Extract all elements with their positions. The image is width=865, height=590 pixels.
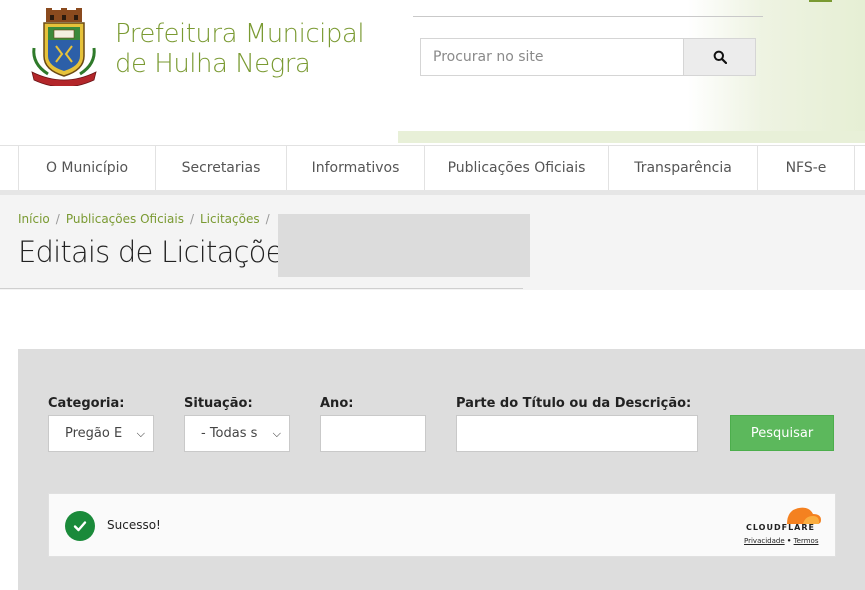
- categoria-select[interactable]: Pregão E ⌵: [48, 415, 154, 452]
- breadcrumb-separator: /: [55, 212, 60, 226]
- chevron-down-icon: ⌵: [136, 426, 145, 440]
- breadcrumb-separator: /: [189, 212, 194, 226]
- search-input[interactable]: [421, 39, 683, 75]
- page-header: Início / Publicações Oficiais / Licitaçõ…: [0, 195, 865, 290]
- breadcrumb: Início / Publicações Oficiais / Licitaçõ…: [18, 212, 270, 226]
- nav-item-nfse[interactable]: NFS-e: [757, 146, 855, 190]
- terms-link[interactable]: Termos: [794, 537, 819, 545]
- search-icon: [713, 50, 727, 64]
- cloudflare-links: Privacidade • Termos: [744, 537, 819, 545]
- nav-item-municipio[interactable]: O Município: [18, 146, 155, 190]
- menu-toggle-mark[interactable]: [809, 0, 832, 2]
- cloudflare-turnstile-widget: Sucesso! CLOUDFLARE Privacidade • Termos: [48, 493, 836, 557]
- brand-line-1: Prefeitura Municipal: [115, 19, 365, 49]
- categoria-label: Categoria:: [48, 396, 125, 411]
- site-header: Prefeitura Municipal de Hulha Negra: [0, 0, 865, 145]
- breadcrumb-separator: /: [265, 212, 270, 226]
- categoria-value: Pregão E: [65, 426, 123, 441]
- loading-placeholder: [278, 214, 530, 277]
- captcha-status: Sucesso!: [107, 518, 161, 532]
- title-divider: [0, 288, 523, 289]
- site-search: [420, 38, 756, 76]
- situacao-select[interactable]: - Todas s ⌵: [184, 415, 290, 452]
- success-check-icon: [65, 511, 95, 541]
- pesquisar-button[interactable]: Pesquisar: [730, 415, 834, 451]
- privacy-link[interactable]: Privacidade: [744, 537, 785, 545]
- ano-label: Ano:: [320, 396, 354, 411]
- header-divider: [413, 16, 763, 17]
- descricao-input[interactable]: [456, 415, 698, 452]
- nav-item-informativos[interactable]: Informativos: [286, 146, 424, 190]
- link-separator: •: [786, 537, 792, 545]
- filter-panel: Categoria: Pregão E ⌵ Situação: - Todas …: [18, 349, 865, 590]
- breadcrumb-licitacoes[interactable]: Licitações: [200, 212, 260, 226]
- descricao-label: Parte do Título ou da Descrição:: [456, 396, 692, 411]
- page-title: Editais de Licitações: [18, 235, 298, 269]
- ano-input[interactable]: [320, 415, 426, 452]
- situacao-label: Situação:: [184, 396, 253, 411]
- brand-line-2: de Hulha Negra: [115, 49, 311, 79]
- checkmark-icon: [73, 521, 87, 532]
- situacao-value: - Todas s: [201, 426, 258, 441]
- breadcrumb-inicio[interactable]: Início: [18, 212, 50, 226]
- nav-item-publicacoes[interactable]: Publicações Oficiais: [424, 146, 608, 190]
- chevron-down-icon: ⌵: [272, 426, 281, 440]
- main-nav: O Município Secretarias Informativos Pub…: [0, 145, 865, 190]
- nav-item-secretarias[interactable]: Secretarias: [155, 146, 286, 190]
- search-button[interactable]: [683, 39, 755, 75]
- header-band: [398, 131, 865, 143]
- cloudflare-wordmark: CLOUDFLARE: [746, 523, 815, 532]
- nav-item-transparencia[interactable]: Transparência: [608, 146, 757, 190]
- breadcrumb-publicacoes[interactable]: Publicações Oficiais: [66, 212, 184, 226]
- municipal-crest-logo[interactable]: [28, 8, 100, 86]
- page: Prefeitura Municipal de Hulha Negra O Mu…: [0, 0, 865, 590]
- brand-title[interactable]: Prefeitura Municipal de Hulha Negra: [115, 19, 365, 79]
